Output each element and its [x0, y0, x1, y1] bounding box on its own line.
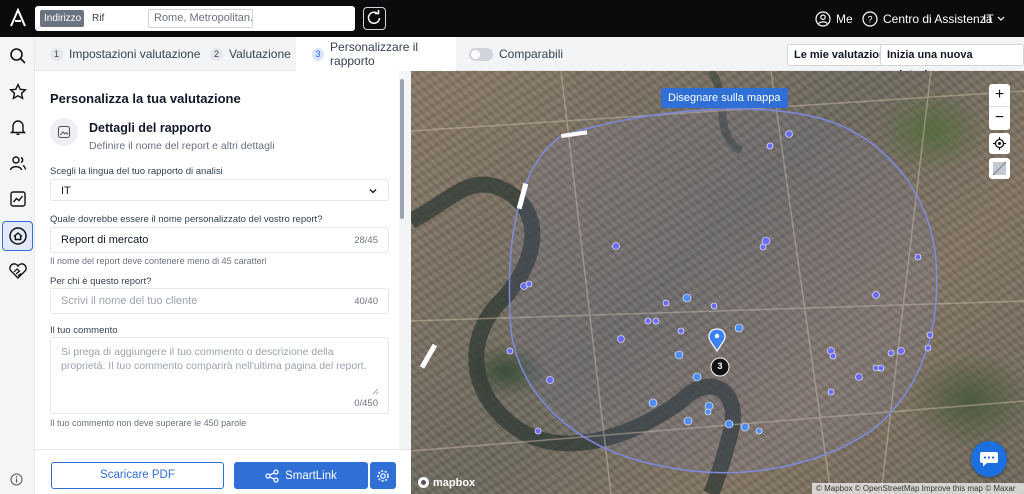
- top-bar: Indirizzo Rif Rome, Metropolitan... Me ?…: [0, 0, 1024, 37]
- section-title: Dettagli del rapporto: [89, 121, 212, 135]
- smartlink-label: SmartLink: [285, 469, 337, 482]
- sidebar-item-search[interactable]: [6, 44, 29, 67]
- search-icon: [9, 47, 26, 64]
- satellite-layer-icon: [992, 161, 1007, 176]
- page-title: Personalizza la tua valutazione: [50, 91, 241, 106]
- section-subtitle: Definire il nome del report e altri dett…: [89, 140, 275, 152]
- language-label: IT: [983, 11, 994, 26]
- house-valuation-icon: [8, 227, 27, 245]
- info-icon[interactable]: [10, 473, 23, 486]
- new-valuation-button[interactable]: Inizia una nuova valutazione: [880, 44, 1024, 81]
- gear-icon: [377, 469, 389, 482]
- sidebar-item-analytics[interactable]: [6, 187, 29, 210]
- resize-handle-icon[interactable]: [372, 388, 379, 395]
- map-style-button[interactable]: [989, 158, 1010, 179]
- draw-on-map-button[interactable]: Disegnare sulla mappa: [661, 88, 788, 108]
- app-logo-icon[interactable]: [8, 8, 28, 28]
- zoom-out-button[interactable]: −: [989, 107, 1010, 130]
- locate-icon: [993, 137, 1006, 150]
- handshake-icon: [8, 262, 27, 279]
- report-form-panel: Personalizza la tua valutazione Dettagli…: [35, 71, 411, 449]
- report-name-input[interactable]: Report di mercato 28/45: [50, 227, 389, 253]
- sidebar-item-partners[interactable]: [6, 259, 29, 282]
- comparables-label: Comparabili: [499, 47, 564, 61]
- valuation-steps: 1 Impostazioni valutazione 2 Valutazione…: [35, 37, 1024, 81]
- map-attribution[interactable]: © Mapbox © OpenStreetMap Improve this ma…: [812, 483, 1024, 494]
- client-placeholder: Scrivi il nome del tuo cliente: [61, 295, 198, 307]
- help-center-link[interactable]: ? Centro di Assistenza: [862, 0, 992, 37]
- map-overlay: [411, 71, 1024, 494]
- comment-hint: Il tuo commento non deve superare le 450…: [50, 418, 247, 428]
- user-icon: [815, 10, 831, 27]
- sidebar-item-notifications[interactable]: [6, 115, 29, 138]
- form-scrollbar[interactable]: [400, 79, 404, 219]
- chevron-down-icon: [997, 16, 1005, 21]
- user-label: Me: [836, 11, 853, 26]
- search-input[interactable]: Rome, Metropolitan...: [148, 9, 253, 28]
- chat-button[interactable]: [971, 441, 1007, 477]
- tab-customize-report[interactable]: 3 Personalizzare il rapporto: [296, 37, 456, 71]
- chevron-down-icon: [369, 189, 377, 194]
- language-selector[interactable]: IT: [983, 0, 1008, 37]
- refresh-icon: [367, 10, 381, 24]
- tab-label: Personalizzare il rapporto: [330, 40, 419, 68]
- step-number: 2: [210, 47, 223, 61]
- star-icon: [8, 82, 27, 100]
- comment-label: Il tuo commento: [50, 325, 118, 336]
- client-counter: 40/40: [354, 296, 378, 307]
- sidebar-item-valuation[interactable]: [2, 221, 33, 251]
- step-number: 1: [50, 47, 63, 61]
- download-pdf-button[interactable]: Scaricare PDF: [51, 462, 224, 489]
- comparables-toggle[interactable]: [469, 48, 493, 61]
- language-select-value: IT: [61, 185, 71, 197]
- report-name-hint: Il nome del report deve contenere meno d…: [50, 256, 267, 266]
- share-icon: [265, 468, 279, 483]
- sidebar-item-contacts[interactable]: [6, 151, 29, 174]
- refresh-button[interactable]: [363, 7, 386, 30]
- bell-icon: [9, 119, 26, 135]
- left-sidebar: [0, 37, 35, 494]
- zoom-in-button[interactable]: +: [989, 84, 1010, 107]
- search-bar: Indirizzo Rif Rome, Metropolitan...: [35, 6, 355, 31]
- search-mode-address[interactable]: Indirizzo: [40, 10, 84, 27]
- users-icon: [9, 155, 26, 170]
- chart-icon: [9, 190, 26, 207]
- map-view[interactable]: 3 Disegnare sulla mappa + − mapbox © Map…: [411, 71, 1024, 494]
- zoom-controls: + −: [989, 84, 1010, 130]
- report-name-value: Report di mercato: [61, 234, 149, 246]
- locate-button[interactable]: [989, 133, 1010, 154]
- step-number: 3: [312, 47, 325, 61]
- mapbox-logo-text: mapbox: [433, 476, 476, 489]
- mapbox-logo: mapbox: [417, 476, 475, 489]
- client-label: Per chi è questo report?: [50, 276, 152, 287]
- tab-label: Impostazioni valutazione: [69, 47, 201, 61]
- language-select[interactable]: IT: [50, 179, 389, 201]
- smartlink-settings-button[interactable]: [370, 462, 396, 489]
- chat-icon: [980, 452, 998, 467]
- help-label: Centro di Assistenza: [883, 11, 993, 26]
- smartlink-button[interactable]: SmartLink: [234, 462, 368, 489]
- tab-label: Valutazione: [229, 47, 291, 61]
- image-icon: [50, 118, 78, 146]
- tab-valuation[interactable]: 2 Valutazione: [210, 37, 291, 71]
- comment-textarea[interactable]: Si prega di aggiungere il tuo commento o…: [50, 337, 389, 414]
- report-name-label: Quale dovrebbe essere il nome personaliz…: [50, 214, 323, 225]
- comment-placeholder: Si prega di aggiungere il tuo commento o…: [61, 346, 367, 372]
- user-menu[interactable]: Me: [815, 0, 853, 37]
- comment-counter: 0/450: [354, 398, 378, 409]
- sidebar-item-favorites[interactable]: [6, 80, 29, 103]
- report-form-card: Personalizza la tua valutazione Dettagli…: [35, 71, 399, 449]
- client-input[interactable]: Scrivi il nome del tuo cliente 40/40: [50, 288, 389, 314]
- report-actions-bar: Scaricare PDF SmartLink: [35, 449, 411, 494]
- tab-settings[interactable]: 1 Impostazioni valutazione: [50, 37, 200, 71]
- help-icon: ?: [862, 10, 878, 27]
- mapbox-icon: [418, 477, 429, 488]
- search-mode-ref[interactable]: Rif: [88, 10, 110, 27]
- svg-text:?: ?: [867, 14, 872, 24]
- cluster-count[interactable]: 3: [713, 361, 727, 371]
- report-name-counter: 28/45: [354, 235, 378, 246]
- language-field-label: Scegli la lingua del tuo rapporto di ana…: [50, 166, 223, 177]
